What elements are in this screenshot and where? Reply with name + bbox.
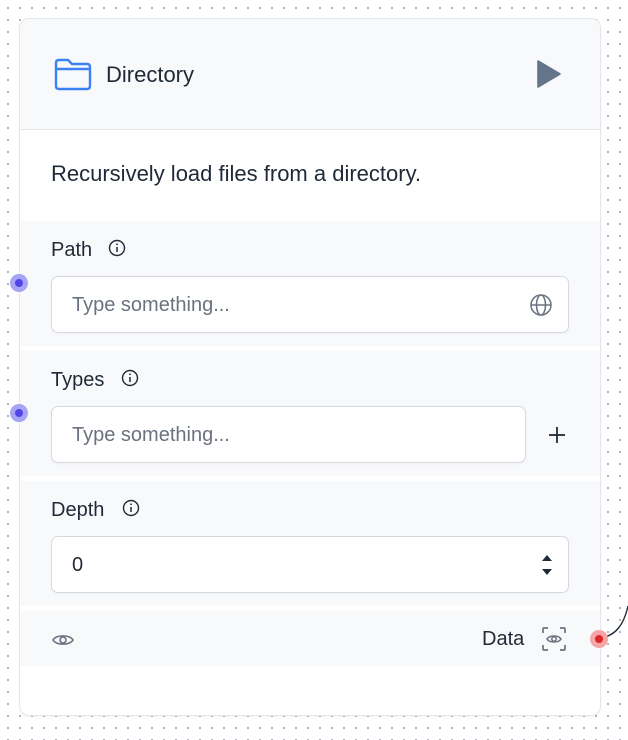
types-input-placeholder: Type something... <box>72 424 230 446</box>
path-input-handle[interactable] <box>10 274 28 292</box>
path-input[interactable]: Type something... <box>51 276 569 333</box>
node-title: Directory <box>106 62 195 87</box>
depth-label: Depth <box>51 499 105 521</box>
stepper-arrows-icon[interactable] <box>540 552 554 578</box>
types-input[interactable]: Type something... <box>51 406 526 463</box>
info-icon[interactable] <box>122 499 140 517</box>
output-label: Data <box>482 628 525 650</box>
info-icon[interactable] <box>108 239 126 257</box>
folder-icon <box>54 58 92 91</box>
data-output-handle[interactable] <box>590 630 608 648</box>
run-button[interactable] <box>532 57 564 91</box>
types-input-handle[interactable] <box>10 404 28 422</box>
types-label: Types <box>51 369 105 391</box>
eye-icon[interactable] <box>51 628 75 652</box>
globe-icon[interactable] <box>529 293 553 317</box>
depth-input[interactable]: 0 <box>51 536 569 593</box>
depth-input-value: 0 <box>72 554 84 576</box>
path-input-placeholder: Type something... <box>72 294 230 316</box>
inspect-output-icon[interactable] <box>540 625 568 653</box>
depth-section: Depth 0 <box>20 481 600 606</box>
node-header: Directory <box>20 19 600 130</box>
types-section: Types Type something... <box>20 351 600 476</box>
plus-icon[interactable] <box>547 425 567 445</box>
path-label: Path <box>51 239 93 261</box>
info-icon[interactable] <box>121 369 139 387</box>
path-section: Path Type something... <box>20 221 600 346</box>
directory-node[interactable]: Directory Recursively load files from a … <box>10 18 608 716</box>
node-description: Recursively load files from a directory. <box>51 161 422 186</box>
